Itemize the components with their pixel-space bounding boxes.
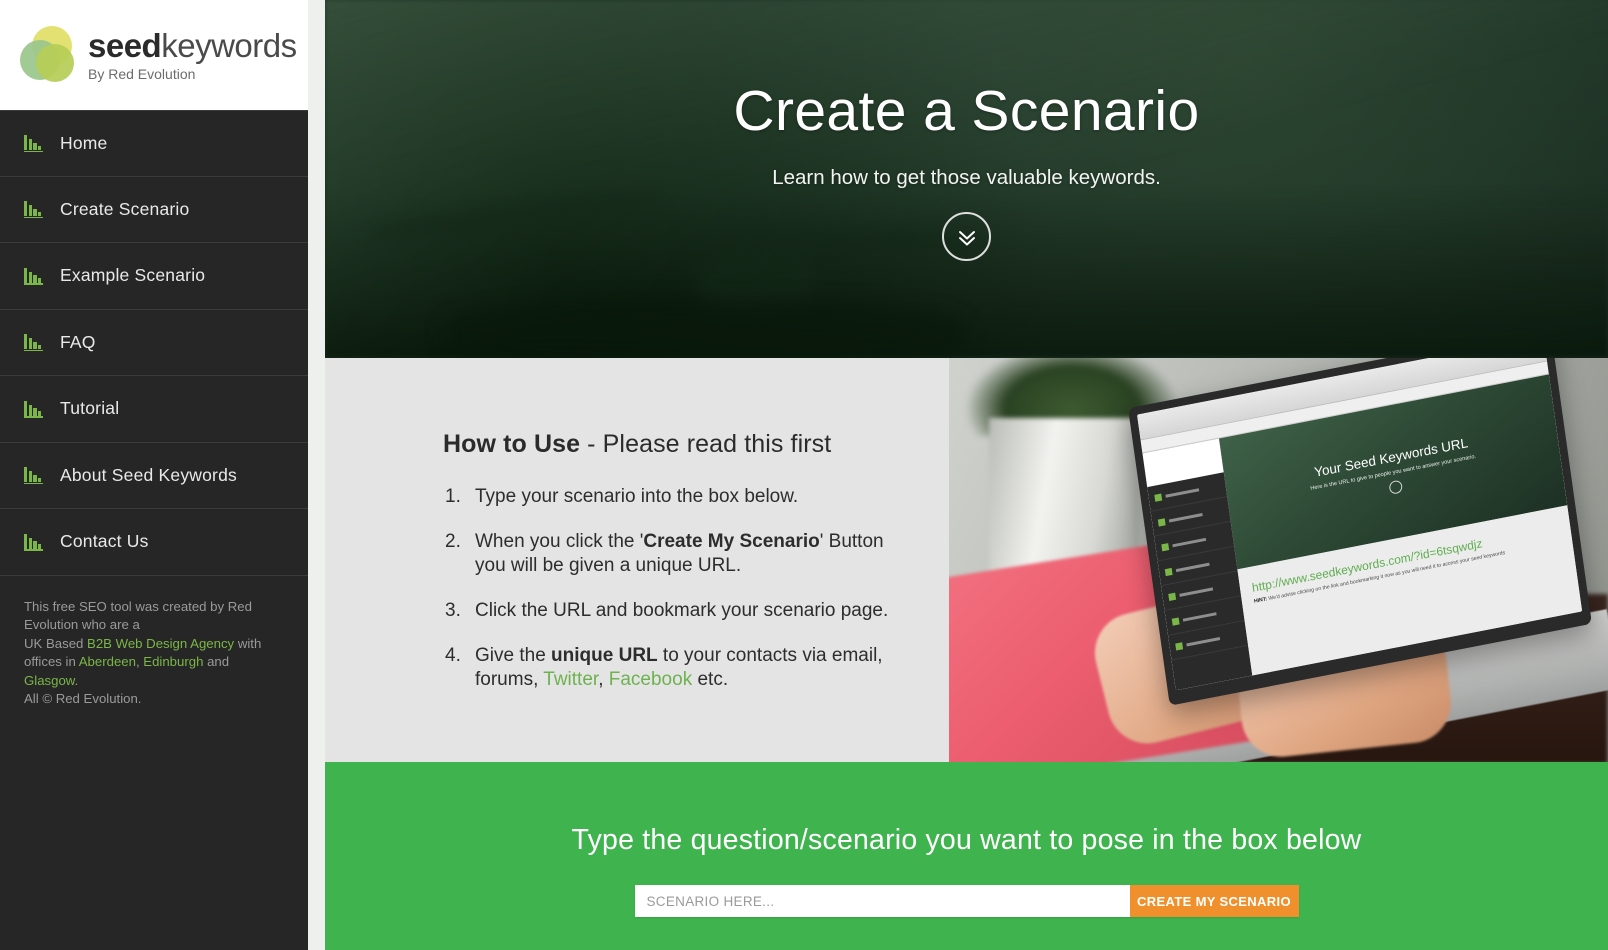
sidebar-footer: This free SEO tool was created by Red Ev… xyxy=(0,576,308,709)
twitter-link[interactable]: Twitter xyxy=(543,669,598,690)
cta-title: Type the question/scenario you want to p… xyxy=(571,824,1362,856)
scroll-down-button[interactable] xyxy=(942,212,991,261)
hero-section: Create a Scenario Learn how to get those… xyxy=(325,0,1608,358)
bar-chart-icon xyxy=(24,466,44,485)
sidebar-item-create-scenario[interactable]: Create Scenario xyxy=(0,177,308,243)
facebook-link[interactable]: Facebook xyxy=(609,669,692,690)
create-my-scenario-button[interactable]: CREATE MY SCENARIO xyxy=(1129,885,1299,917)
chevron-double-down-icon xyxy=(958,230,975,245)
laptop-photo: Your Seed Keywords URL Here is the URL t… xyxy=(949,358,1608,762)
brand-logo[interactable]: seedkeywords By Red Evolution xyxy=(0,0,308,110)
bar-chart-icon xyxy=(24,134,44,153)
sidebar-item-example-scenario[interactable]: Example Scenario xyxy=(0,243,308,310)
sidebar-item-label: Create Scenario xyxy=(60,198,190,219)
how-to-use-section: How to Use - Please read this first Type… xyxy=(325,358,1608,762)
scenario-form: CREATE MY SCENARIO xyxy=(634,885,1299,917)
scenario-input[interactable] xyxy=(634,885,1130,917)
main-content: Create a Scenario Learn how to get those… xyxy=(325,0,1608,950)
b2b-agency-link[interactable]: B2B Web Design Agency xyxy=(87,636,234,651)
brand-wordmark: seedkeywords xyxy=(88,26,297,64)
bar-chart-icon xyxy=(24,333,44,352)
sidebar-item-label: Example Scenario xyxy=(60,265,206,286)
bar-chart-icon xyxy=(24,400,44,418)
footer-line-4: offices in Aberdeen, Edinburgh and Glasg… xyxy=(24,653,286,690)
footer-with-text: with xyxy=(234,635,262,651)
how-to-use-step: Type your scenario into the box below. xyxy=(445,485,895,509)
sidebar-item-label: About Seed Keywords xyxy=(60,464,237,485)
footer-line-3: UK Based B2B Web Design Agency with xyxy=(24,635,286,654)
step-3-text: Click the URL and bookmark your scenario… xyxy=(475,600,889,621)
how-to-use-step: Click the URL and bookmark your scenario… xyxy=(445,599,895,623)
brand-tagline: By Red Evolution xyxy=(88,65,196,82)
hero-subtitle: Learn how to get those valuable keywords… xyxy=(772,166,1161,189)
sidebar-item-label: Home xyxy=(60,132,108,153)
step-2-bold: Create My Scenario xyxy=(643,531,820,552)
step-4-bold: unique URL xyxy=(551,645,658,666)
how-to-use-heading-bold: How to Use xyxy=(443,430,581,458)
footer-uk-based-text: UK Based xyxy=(24,635,88,651)
how-to-use-panel: How to Use - Please read this first Type… xyxy=(325,358,949,762)
brand-word-bold: seed xyxy=(88,26,162,64)
aberdeen-link[interactable]: Aberdeen xyxy=(79,654,136,669)
footer-offices-text: offices in xyxy=(24,654,79,669)
footer-sep-2: and xyxy=(203,654,230,669)
sidebar-item-label: Contact Us xyxy=(60,531,149,552)
sidebar-item-contact-us[interactable]: Contact Us xyxy=(0,509,308,576)
seedkeywords-logo-icon xyxy=(18,24,80,86)
hero-blur-shape xyxy=(445,300,965,358)
bar-chart-icon xyxy=(24,200,44,219)
step-2-pre: When you click the ' xyxy=(475,531,644,552)
footer-line-2: Evolution who are a xyxy=(24,617,140,632)
sidebar-item-label: Tutorial xyxy=(60,398,120,419)
scenario-cta-section: Type the question/scenario you want to p… xyxy=(325,762,1608,950)
sidebar-nav: Home Create Scenario Example Scenario FA… xyxy=(0,110,308,576)
brand-text: seedkeywords By Red Evolution xyxy=(88,26,297,82)
edinburgh-link[interactable]: Edinburgh xyxy=(143,654,203,669)
step-4-pre: Give the xyxy=(475,645,552,666)
page-title: Create a Scenario xyxy=(733,79,1200,143)
step-1-text: Type your scenario into the box below. xyxy=(475,486,799,507)
bar-chart-icon xyxy=(24,267,44,285)
photo-page-scroll-icon xyxy=(1388,479,1403,495)
bar-chart-icon xyxy=(24,533,44,551)
glasgow-link[interactable]: Glasgow xyxy=(24,673,75,688)
how-to-use-heading: How to Use - Please read this first xyxy=(443,430,949,459)
sidebar-item-tutorial[interactable]: Tutorial xyxy=(0,376,308,443)
sidebar-item-home[interactable]: Home xyxy=(0,110,308,177)
step-4-tail: etc. xyxy=(692,669,729,690)
how-to-use-steps: Type your scenario into the box below. W… xyxy=(443,485,949,692)
step-4-mid: , xyxy=(598,669,609,690)
sidebar-item-label: FAQ xyxy=(60,331,96,352)
how-to-use-step: When you click the 'Create My Scenario' … xyxy=(445,530,895,578)
footer-sep-3: . xyxy=(74,672,79,688)
footer-copyright: All © Red Evolution. xyxy=(24,691,142,706)
footer-line-1: This free SEO tool was created by Red xyxy=(24,598,252,614)
sidebar-item-faq[interactable]: FAQ xyxy=(0,310,308,376)
how-to-use-step: Give the unique URL to your contacts via… xyxy=(445,644,895,692)
brand-word-light: keywords xyxy=(161,26,297,64)
photo-page-hint-label: HINT: xyxy=(1253,596,1268,605)
sidebar-item-about-seed-keywords[interactable]: About Seed Keywords xyxy=(0,443,308,509)
sidebar: seedkeywords By Red Evolution Home Creat… xyxy=(0,0,308,950)
sidebar-content-gap xyxy=(308,0,325,950)
page-root: seedkeywords By Red Evolution Home Creat… xyxy=(0,0,1608,950)
how-to-use-heading-rest: - Please read this first xyxy=(580,430,832,458)
